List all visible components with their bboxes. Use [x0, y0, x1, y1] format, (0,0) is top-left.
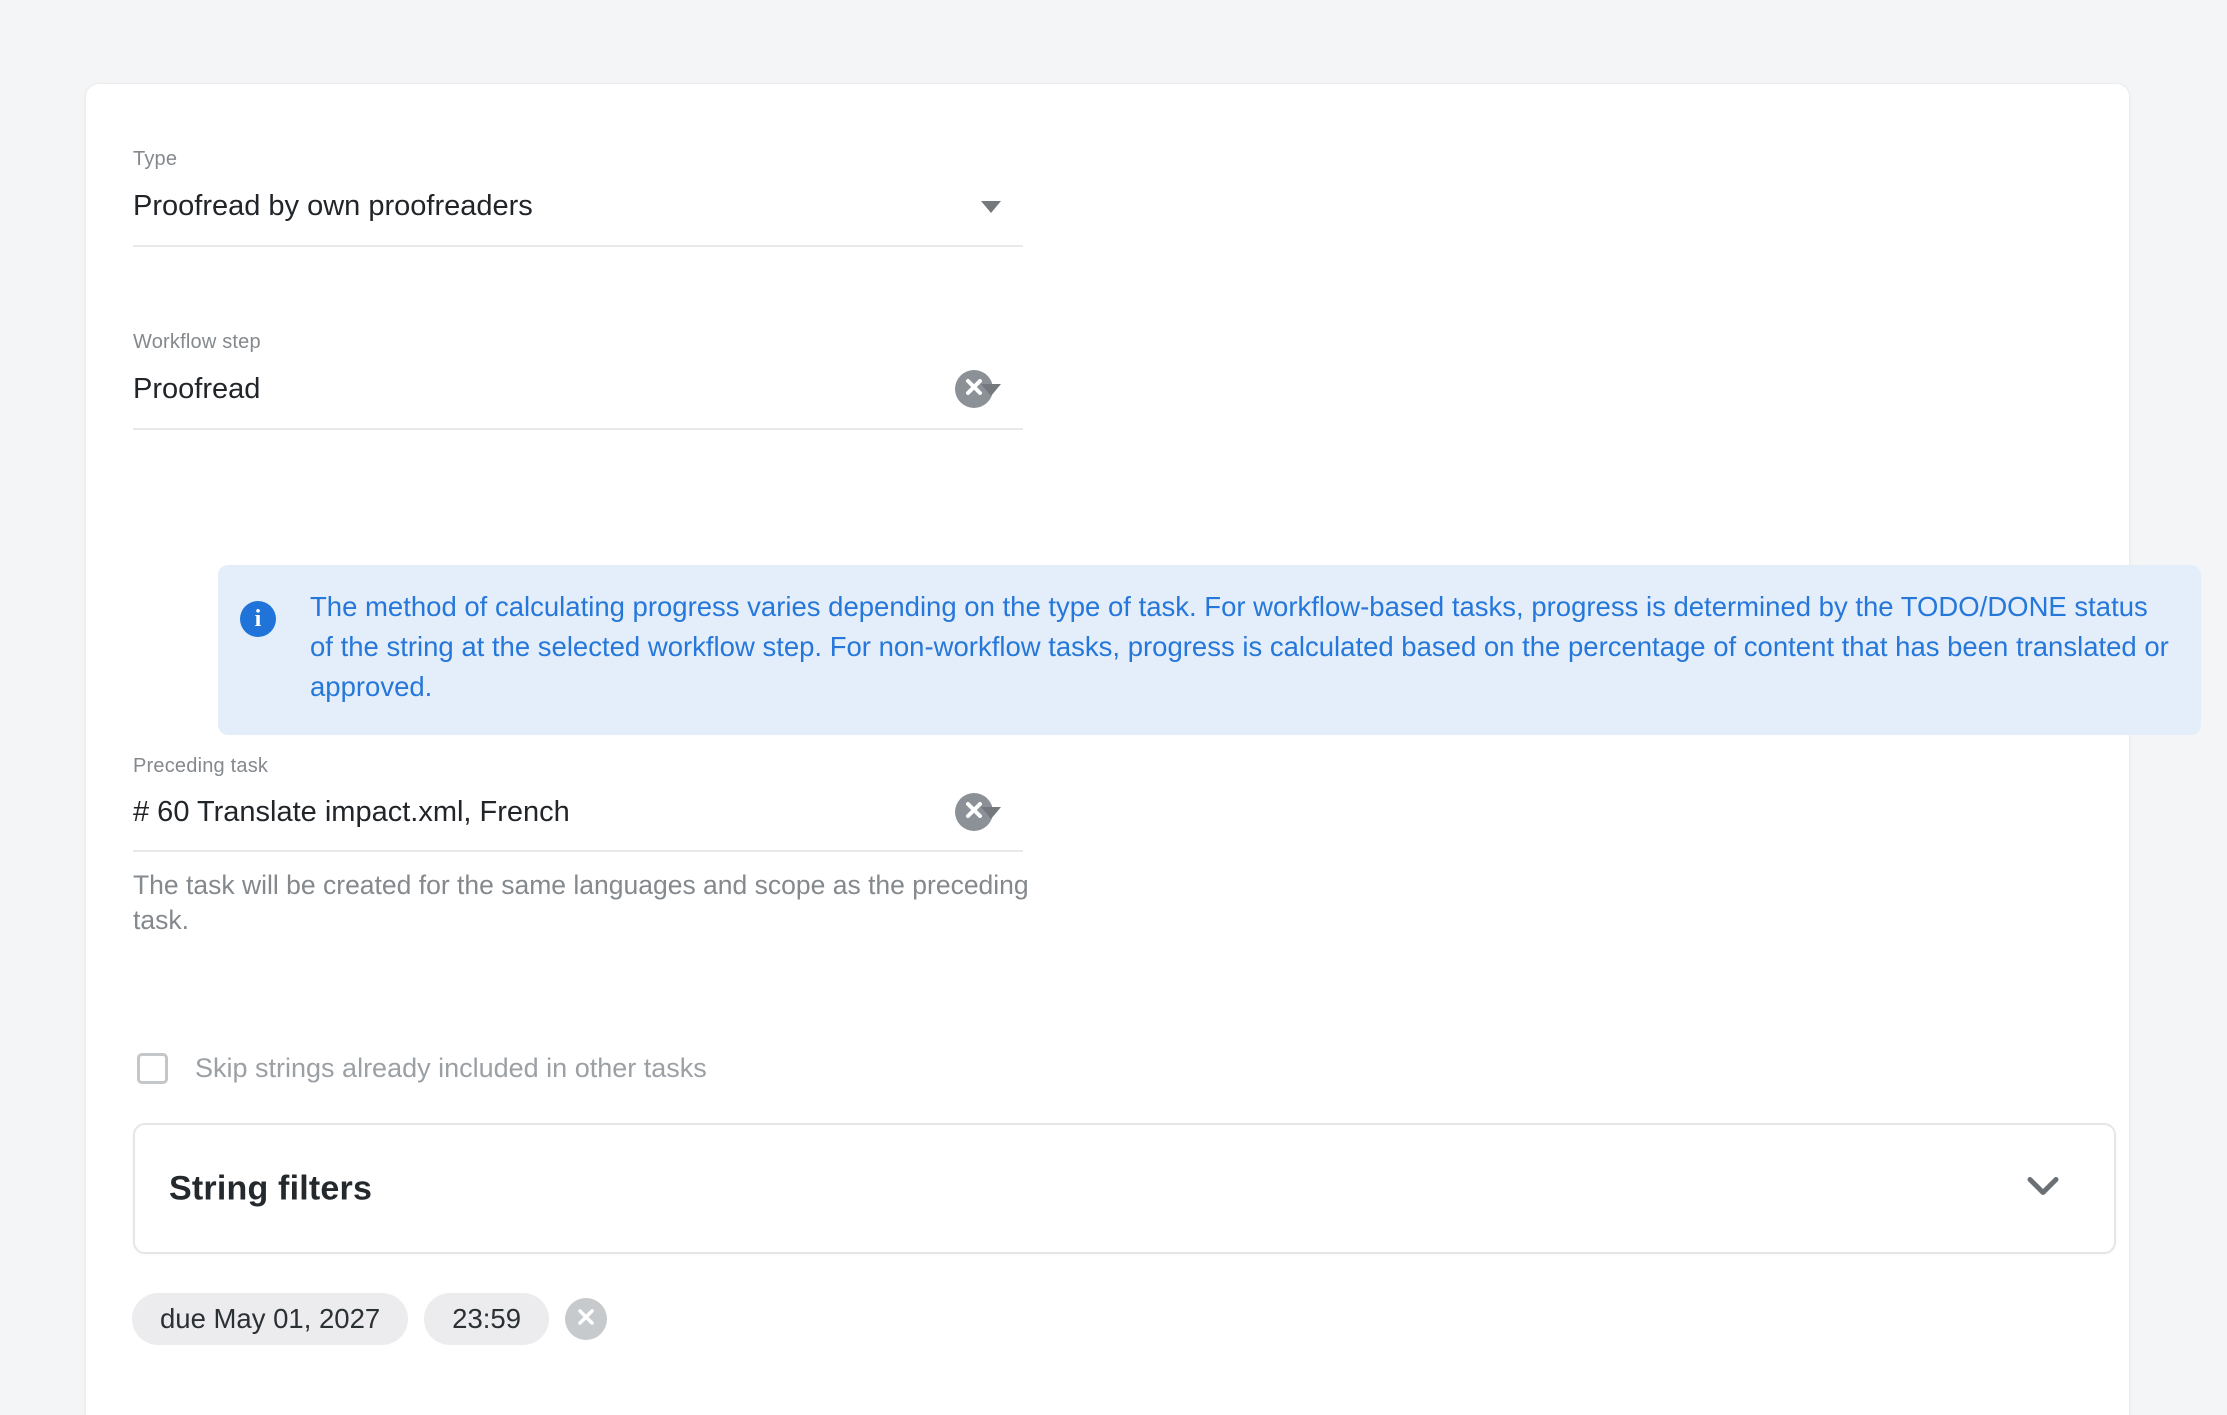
chevron-down-icon	[981, 807, 1001, 819]
task-form-card: Type Proofread by own proofreaders Workf…	[85, 83, 2130, 1415]
due-time-chip[interactable]: 23:59	[424, 1293, 549, 1345]
preceding-task-select[interactable]: # 60 Translate impact.xml, French	[133, 791, 1023, 851]
preceding-task-field-label: Preceding task	[133, 754, 268, 778]
skip-strings-checkbox[interactable]	[137, 1053, 168, 1084]
chevron-down-icon	[981, 384, 1001, 396]
type-select-value: Proofread by own proofreaders	[133, 185, 1023, 227]
preceding-task-helper-text: The task will be created for the same la…	[133, 868, 1043, 937]
remove-due-date-button[interactable]	[565, 1298, 607, 1340]
progress-info-text: The method of calculating progress varie…	[310, 587, 2170, 707]
string-filters-panel-header[interactable]: String filters	[133, 1123, 2116, 1254]
workflow-step-select-value: Proofread	[133, 368, 1023, 410]
skip-strings-checkbox-row: Skip strings already included in other t…	[137, 1052, 707, 1084]
close-icon	[576, 1307, 596, 1332]
due-date-chip[interactable]: due May 01, 2027	[132, 1293, 408, 1345]
workflow-step-select[interactable]: Proofread	[133, 368, 1023, 428]
string-filters-title: String filters	[169, 1169, 372, 1208]
preceding-task-field-underline	[133, 850, 1023, 852]
due-date-chip-label: due May 01, 2027	[160, 1303, 380, 1335]
info-icon: i	[240, 601, 276, 637]
due-time-chip-label: 23:59	[452, 1303, 521, 1335]
workflow-step-field-underline	[133, 428, 1023, 430]
progress-info-banner: i The method of calculating progress var…	[218, 565, 2201, 735]
skip-strings-checkbox-label: Skip strings already included in other t…	[195, 1052, 707, 1084]
preceding-task-select-value: # 60 Translate impact.xml, French	[133, 791, 1023, 833]
due-date-chips-row: due May 01, 2027 23:59	[132, 1293, 607, 1345]
chevron-down-icon	[981, 201, 1001, 213]
type-select[interactable]: Proofread by own proofreaders	[133, 185, 1023, 245]
chevron-down-icon	[2026, 1175, 2060, 1202]
type-field-underline	[133, 245, 1023, 247]
workflow-step-field-label: Workflow step	[133, 330, 261, 354]
task-edit-screen: Type Proofread by own proofreaders Workf…	[0, 0, 2227, 1415]
type-field-label: Type	[133, 147, 177, 171]
